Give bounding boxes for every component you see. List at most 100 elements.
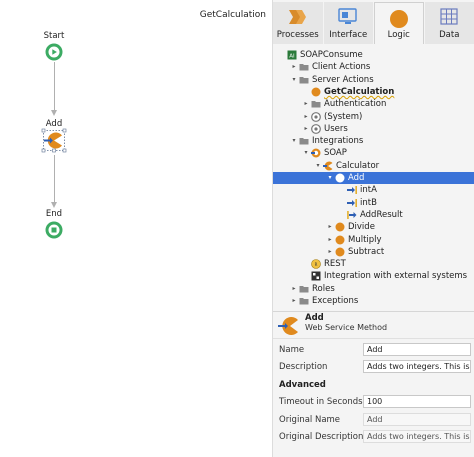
collapse-arrow-icon[interactable]: ▾: [302, 147, 310, 159]
input-param-icon: [347, 185, 357, 195]
expand-arrow-icon[interactable]: ▸: [302, 98, 310, 110]
web-service-method-icon: [278, 317, 298, 335]
expand-arrow-icon[interactable]: ▸: [290, 295, 298, 307]
tree-item-server-actions[interactable]: ▾ Server Actions: [273, 74, 474, 86]
tree-item-label: Integrations: [312, 136, 364, 147]
tree-item-getcalculation[interactable]: GetCalculation: [273, 86, 474, 98]
collapse-arrow-icon[interactable]: ▾: [290, 74, 298, 86]
system-icon: [311, 123, 321, 134]
tab-processes[interactable]: Processes: [273, 2, 323, 44]
name-label: Name: [279, 345, 305, 355]
expand-arrow-icon[interactable]: ▸: [326, 234, 334, 246]
tab-label: Logic: [387, 30, 410, 40]
tree-item-label: Divide: [348, 222, 375, 233]
tree-item-roles[interactable]: ▸ Roles: [273, 283, 474, 295]
tree-item-label: (System): [324, 111, 363, 122]
tree-item-inta[interactable]: intA: [273, 184, 474, 196]
collapse-arrow-icon[interactable]: ▾: [326, 172, 334, 184]
collapse-arrow-icon[interactable]: ▾: [314, 160, 322, 172]
module-icon: AI: [287, 50, 297, 60]
system-icon: [311, 111, 321, 122]
tree-item-label: Multiply: [348, 234, 382, 245]
tree-item-label: SOAP: [324, 148, 347, 159]
method-icon: [335, 235, 345, 245]
tree-item-calculator[interactable]: ▾ Calculator: [273, 160, 474, 172]
tree-item-exceptions[interactable]: ▸ Exceptions: [273, 295, 474, 307]
add-node[interactable]: [41, 128, 67, 157]
external-icon: [311, 271, 321, 281]
tab-label: Interface: [329, 30, 368, 40]
tree-item-multiply[interactable]: ▸ Multiply: [273, 234, 474, 246]
tree-item-system[interactable]: ▸ (System): [273, 111, 474, 123]
tree-item-label: Integration with external systems: [324, 271, 468, 282]
tree-item-addresult[interactable]: AddResult: [273, 209, 474, 221]
tree-item-soap[interactable]: ▾ SOAP: [273, 147, 474, 159]
tree-item-divide[interactable]: ▸ Divide: [273, 221, 474, 233]
right-panel: Processes Interface Logic Data AI SOAPCon…: [272, 0, 474, 457]
tree-item-soapconsume[interactable]: AI SOAPConsume: [273, 49, 474, 61]
folder-icon: [311, 99, 321, 109]
start-node-label: Start: [43, 31, 65, 41]
tree-item-label: REST: [324, 259, 346, 270]
method-icon: [335, 222, 345, 232]
tree-item-label: Users: [324, 123, 348, 134]
canvas-title: GetCalculation: [199, 10, 266, 20]
flow-arrowhead: [51, 202, 57, 208]
tree-item-label: AddResult: [360, 209, 403, 220]
tab-logic[interactable]: Logic: [374, 2, 424, 44]
output-param-icon: [347, 210, 357, 220]
tree-item-label: intA: [360, 185, 377, 196]
tree-item-subtract[interactable]: ▸ Subtract: [273, 246, 474, 258]
tree-item-label: Authentication: [324, 99, 387, 110]
tree-item-rest[interactable]: R REST: [273, 258, 474, 270]
properties-panel: Add Web Service Method Name Add Descript…: [273, 311, 474, 457]
original-name-label: Original Name: [279, 415, 341, 425]
tree-item-label: Add: [348, 173, 365, 183]
action-icon: [311, 87, 321, 97]
original-description-field: Adds two integers. This is a t: [363, 430, 471, 443]
tree-item-label: Client Actions: [312, 62, 371, 73]
timeout-field[interactable]: 100: [363, 395, 471, 408]
folder-icon: [299, 62, 309, 72]
folder-icon: [299, 296, 309, 306]
tree-item-label: Exceptions: [312, 296, 359, 306]
flow-arrowhead: [51, 110, 57, 116]
tab-interface[interactable]: Interface: [323, 2, 373, 44]
flow-connector[interactable]: [54, 62, 55, 110]
tree-item-label: GetCalculation: [324, 86, 395, 97]
advanced-section-header: Advanced: [279, 380, 326, 390]
data-icon: [439, 8, 459, 29]
tab-bar: Processes Interface Logic Data: [273, 2, 474, 44]
end-icon: [45, 221, 63, 239]
description-field[interactable]: Adds two integers. This is a: [363, 360, 471, 373]
collapse-arrow-icon[interactable]: ▾: [290, 135, 298, 147]
expand-arrow-icon[interactable]: ▸: [302, 123, 310, 135]
expand-arrow-icon[interactable]: ▸: [302, 111, 310, 123]
end-node[interactable]: [45, 221, 63, 242]
tree-item-label: Roles: [312, 283, 335, 294]
tab-label: Data: [439, 30, 460, 40]
expand-arrow-icon[interactable]: ▸: [326, 221, 334, 233]
logic-icon: [389, 9, 409, 32]
flow-connector[interactable]: [54, 155, 55, 202]
tree-item-users[interactable]: ▸ Users: [273, 123, 474, 135]
processes-icon: [288, 8, 308, 29]
tree-item-authentication[interactable]: ▸ Authentication: [273, 98, 474, 110]
tree-item-client-actions[interactable]: ▸ Client Actions: [273, 61, 474, 73]
expand-arrow-icon[interactable]: ▸: [326, 246, 334, 258]
rest-icon: R: [311, 259, 321, 269]
start-node[interactable]: [45, 43, 63, 64]
tree-item-integrations[interactable]: ▾ Integrations: [273, 135, 474, 147]
tab-data[interactable]: Data: [424, 2, 474, 44]
expand-arrow-icon[interactable]: ▸: [290, 283, 298, 295]
end-node-label: End: [45, 209, 63, 219]
tree-item-add[interactable]: ▾ Add: [273, 172, 474, 184]
folder-icon: [299, 284, 309, 294]
flow-canvas[interactable]: GetCalculation Start Add End: [0, 0, 272, 457]
tree-item-integration-with-external-systems[interactable]: Integration with external systems: [273, 270, 474, 282]
tree-item-intb[interactable]: intB: [273, 197, 474, 209]
expand-arrow-icon[interactable]: ▸: [290, 61, 298, 73]
name-field[interactable]: Add: [363, 343, 471, 356]
service-icon: [323, 161, 333, 171]
timeout-label: Timeout in Seconds: [279, 397, 363, 407]
